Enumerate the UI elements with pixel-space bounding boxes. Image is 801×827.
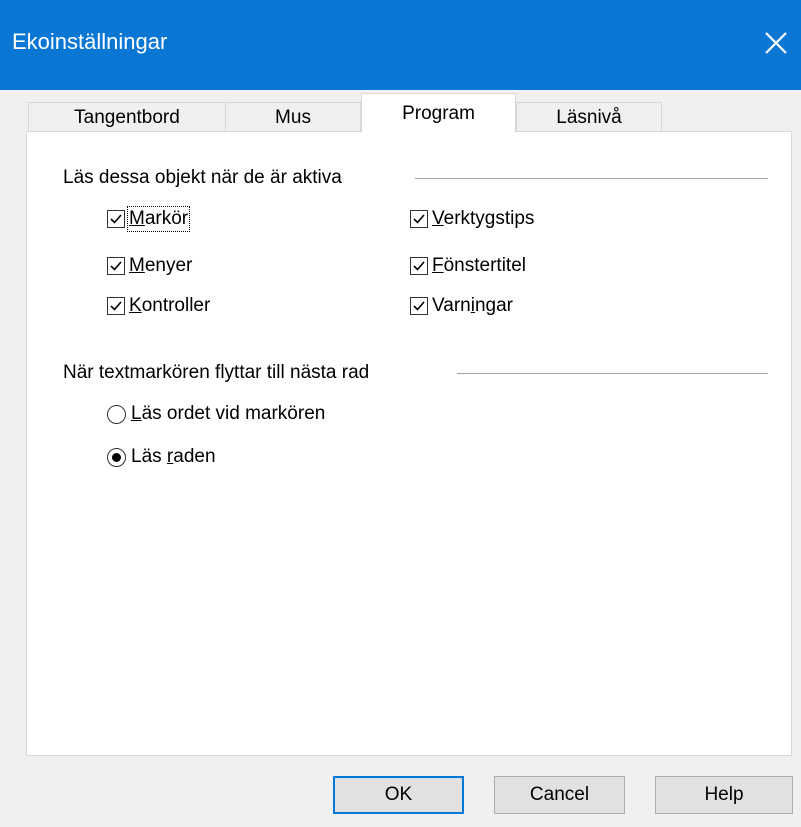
cancel-button[interactable]: Cancel (494, 776, 625, 814)
radio-read-word[interactable]: Läs ordet vid markören (107, 403, 325, 425)
checkmark-icon (413, 301, 425, 311)
checkbox-label: Markör (126, 206, 191, 232)
checkmark-icon (110, 261, 122, 271)
tab-label: Läsnivå (556, 106, 622, 128)
checkbox-label: Kontroller (129, 295, 211, 316)
checkbox-kontroller[interactable]: Kontroller (107, 295, 210, 317)
checkmark-icon (110, 214, 122, 224)
checkbox-box (107, 210, 125, 228)
title-bar: Ekoinställningar (0, 0, 801, 90)
checkbox-box (107, 297, 125, 315)
checkbox-menyer[interactable]: Menyer (107, 255, 192, 277)
checkmark-icon (413, 214, 425, 224)
checkbox-box (107, 257, 125, 275)
group-divider (457, 373, 768, 374)
tab-label: Tangentbord (74, 106, 180, 128)
close-icon (765, 32, 787, 54)
tab-panel: Läs dessa objekt när de är aktiva Markör… (26, 131, 792, 756)
checkmark-icon (413, 261, 425, 271)
group-cursor-move-title: När textmarkören flyttar till nästa rad (63, 362, 370, 383)
radio-read-line[interactable]: Läs raden (107, 446, 216, 468)
tab-strip: Tangentbord Mus Program Läsnivå (28, 90, 801, 133)
help-button[interactable]: Help (655, 776, 793, 814)
checkbox-verktygstips[interactable]: Verktygstips (410, 208, 534, 230)
ok-button[interactable]: OK (333, 776, 464, 814)
checkbox-box (410, 210, 428, 228)
checkbox-markor[interactable]: Markör (107, 206, 191, 232)
window-title: Ekoinställningar (12, 29, 168, 54)
tab-tangentbord[interactable]: Tangentbord (28, 102, 226, 132)
radio-label: Läs ordet vid markören (131, 403, 326, 424)
checkbox-label: Varningar (432, 295, 513, 316)
radio-circle (107, 404, 126, 424)
checkbox-fonstertitel[interactable]: Fönstertitel (410, 255, 526, 277)
tab-program[interactable]: Program (361, 93, 516, 133)
close-button[interactable] (751, 18, 801, 68)
radio-label: Läs raden (131, 446, 216, 467)
checkbox-label: Fönstertitel (432, 255, 526, 276)
checkbox-label: Menyer (129, 255, 193, 276)
checkmark-icon (110, 301, 122, 311)
tab-mus[interactable]: Mus (225, 102, 361, 132)
tab-lasniva[interactable]: Läsnivå (516, 102, 662, 132)
radio-selected-dot (112, 452, 121, 462)
checkbox-box (410, 257, 428, 275)
checkbox-box (410, 297, 428, 315)
tab-label: Program (402, 102, 475, 124)
tab-label: Mus (275, 106, 311, 128)
group-divider (415, 178, 768, 179)
checkbox-varningar[interactable]: Varningar (410, 295, 513, 317)
group-read-objects-title: Läs dessa objekt när de är aktiva (63, 167, 342, 188)
checkbox-label: Verktygstips (432, 208, 535, 229)
radio-circle (107, 447, 126, 467)
